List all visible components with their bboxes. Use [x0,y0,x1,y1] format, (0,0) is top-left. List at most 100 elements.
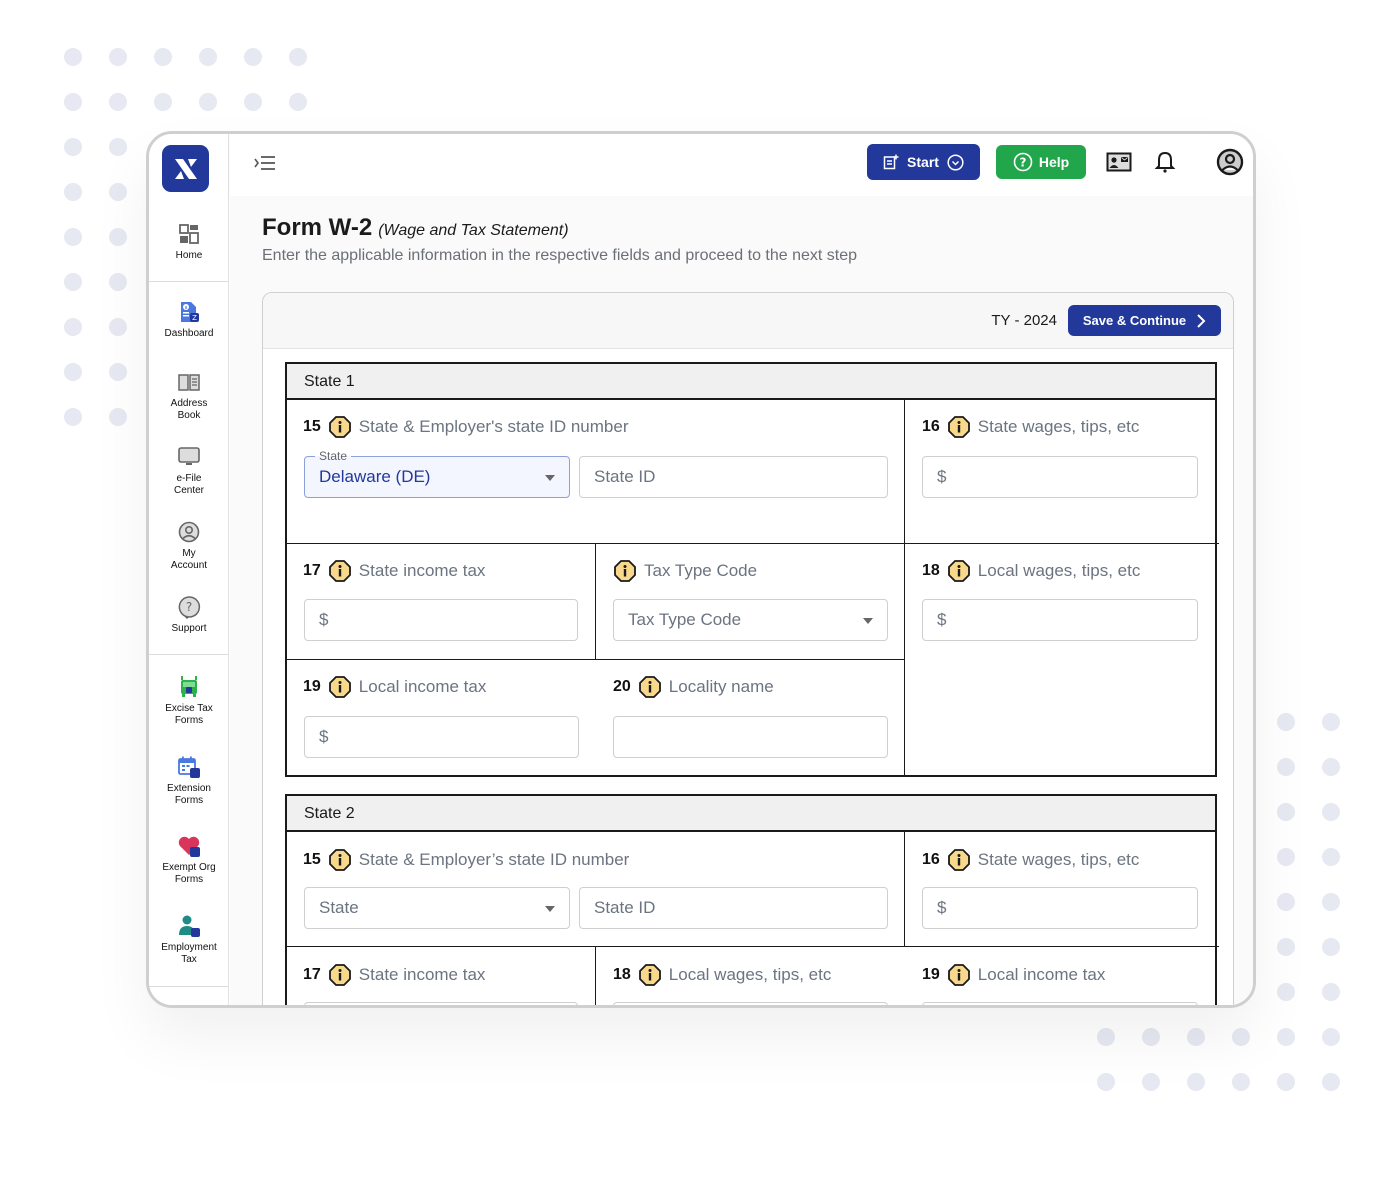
state-wages-input[interactable]: $ [922,887,1198,929]
currency-placeholder: $ [319,610,329,629]
box-16-label: 16 State wages, tips, etc [922,849,1139,871]
state-id-input[interactable]: State ID [579,456,888,498]
info-icon[interactable] [328,560,351,582]
sidebar-item-extension-forms[interactable]: Extension Forms [149,755,229,807]
user-profile-icon[interactable] [1216,148,1244,176]
decorative-dot [154,93,172,111]
box-number: 18 [922,562,940,579]
sidebar-item-my-account[interactable]: My Account [149,520,229,572]
decorative-dot [109,48,127,66]
tax-year-label: TY - 2024 [991,312,1057,329]
contact-card-icon[interactable] [1106,150,1132,174]
decorative-dot [1187,1073,1205,1091]
box-title: Local income tax [358,677,487,696]
state-wages-input[interactable]: $ [922,456,1198,498]
account-icon [178,521,200,543]
dropdown-caret-icon [545,475,555,481]
sidebar-item-exempt-org-forms[interactable]: Exempt Org Forms [149,834,229,886]
sidebar-item-efile-center[interactable]: e-File Center [149,445,229,497]
decorative-dot [1322,803,1340,821]
decorative-dot [64,93,82,111]
info-icon[interactable] [638,676,661,698]
notification-bell-icon[interactable] [1152,150,1178,174]
box-number: 17 [303,966,321,983]
state-id-placeholder: State ID [594,898,656,917]
divider [287,659,905,660]
local-wages-input[interactable] [613,1002,888,1005]
decorative-dot [109,318,127,336]
state-id-placeholder: State ID [594,467,656,486]
decorative-dot [1277,1028,1295,1046]
info-icon[interactable] [328,849,351,871]
info-icon[interactable] [328,416,351,438]
sidebar-item-employment-tax[interactable]: Employment Tax [149,914,229,966]
info-icon[interactable] [947,849,970,871]
decorative-dot [109,363,127,381]
locality-name-input[interactable] [613,716,888,758]
dashboard-doc-icon: Z [181,302,199,322]
info-icon[interactable] [638,964,661,986]
sidebar-item-label: Excise Tax Forms [165,703,213,726]
box-19-label: 19 Local income tax [922,964,1105,986]
decorative-dot [1277,803,1295,821]
truck-icon [181,676,197,697]
sidebar-item-label: Support [171,623,207,634]
sidebar-item-excise-tax-forms[interactable]: Excise Tax Forms [149,675,229,727]
app-logo[interactable] [162,145,209,192]
local-income-tax-input[interactable]: $ [304,716,579,758]
box-number: 18 [613,966,631,983]
decorative-dot [1322,1073,1340,1091]
box-title: State wages, tips, etc [977,850,1140,869]
save-continue-button[interactable]: Save & Continue [1068,305,1221,336]
decorative-dot [289,93,307,111]
box-number: 17 [303,562,321,579]
tax-type-code-select[interactable]: Tax Type Code [613,599,888,641]
decorative-dot [64,408,82,426]
decorative-dot [109,408,127,426]
sidebar-item-support[interactable]: ? Support [149,595,229,635]
decorative-dot [64,228,82,246]
info-icon[interactable] [328,964,351,986]
menu-toggle-icon[interactable] [254,154,276,172]
decorative-dot [1277,758,1295,776]
info-icon[interactable] [947,560,970,582]
decorative-dot [1097,1073,1115,1091]
sidebar-item-label: Exempt Org Forms [162,862,216,885]
state-select[interactable]: State Delaware (DE) [304,449,570,498]
sidebar-divider [149,986,229,987]
box-16-label: 16 State wages, tips, etc [922,416,1139,438]
local-income-tax-input[interactable] [922,1002,1198,1005]
decorative-dot [1322,758,1340,776]
currency-placeholder: $ [937,898,947,917]
svg-text:?: ? [1019,156,1026,170]
state-income-tax-input[interactable] [304,1002,578,1005]
tax-type-placeholder: Tax Type Code [628,610,742,629]
state-1-section: State 1 15 State & Employer's state ID n… [285,362,1219,777]
currency-placeholder: $ [937,467,947,486]
state-select[interactable]: State [304,887,570,929]
state-2-title: State 2 [287,796,1215,832]
state-id-input[interactable]: State ID [579,887,888,929]
box-title: State wages, tips, etc [977,417,1140,436]
sidebar-item-address-book[interactable]: Address Book [149,370,229,422]
currency-placeholder: $ [319,727,329,746]
help-button[interactable]: ? Help [996,145,1086,179]
info-icon[interactable] [328,676,351,698]
help-label: Help [1038,154,1070,170]
sidebar-item-dashboard[interactable]: Z Dashboard [149,300,229,340]
decorative-dot [109,183,127,201]
sidebar-item-home[interactable]: Home [149,222,229,262]
state-income-tax-input[interactable]: $ [304,599,578,641]
start-button[interactable]: Start [867,144,980,180]
local-wages-input[interactable]: $ [922,599,1198,641]
info-icon[interactable] [614,560,636,582]
divider [287,946,1219,947]
state-2-section: State 2 15 State & Employer’s state ID n… [285,794,1219,1005]
heart-icon [178,836,200,857]
info-icon[interactable] [947,964,970,986]
box-20-label: 20 Locality name [613,676,774,698]
decorative-dot [1187,1028,1205,1046]
info-icon[interactable] [947,416,970,438]
sidebar-item-label: Employment Tax [161,942,217,965]
app-window: Home Z Dashboard Address Book e-File Cen… [146,131,1256,1008]
